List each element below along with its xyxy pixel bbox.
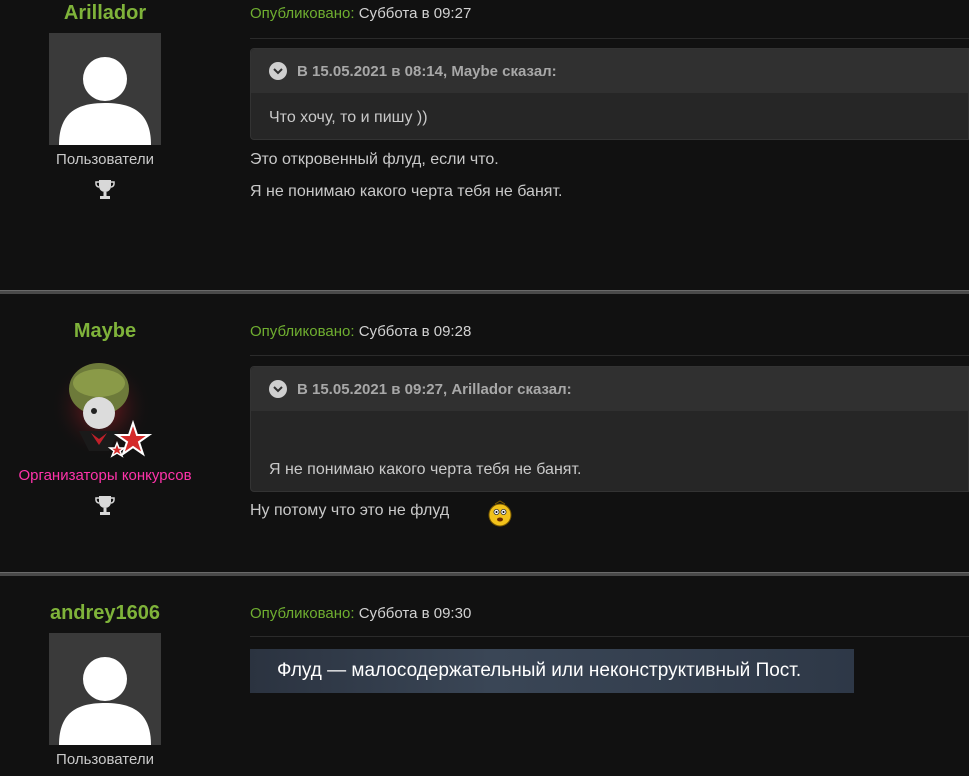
quote-header[interactable]: В 15.05.2021 в 09:27, Arillador сказал: — [251, 367, 968, 411]
post-author: andrey1606 Пользователи — [0, 602, 210, 768]
user-group: Пользователи — [56, 151, 154, 168]
quote-author-line: В 15.05.2021 в 08:14, Maybe сказал: — [297, 62, 557, 80]
user-group: Пользователи — [56, 751, 154, 768]
post-3: andrey1606 Пользователи Опубликовано: Су… — [0, 578, 969, 776]
post-content: Опубликовано: Суббота в 09:27 В 15.05.20… — [250, 0, 969, 290]
smiley-icon — [488, 500, 512, 527]
avatar[interactable] — [49, 633, 161, 745]
username-link[interactable]: Maybe — [0, 320, 210, 343]
published-label: Опубликовано: — [250, 605, 355, 622]
post-meta: Опубликовано: Суббота в 09:27 — [250, 5, 471, 22]
post-line-2: Я не понимаю какого черта тебя не банят. — [250, 183, 563, 200]
quote-author-line: В 15.05.2021 в 09:27, Arillador сказал: — [297, 380, 572, 398]
published-label: Опубликовано: — [250, 323, 355, 340]
post-date[interactable]: Суббота в 09:30 — [359, 605, 472, 622]
quote-block: В 15.05.2021 в 08:14, Maybe сказал: Что … — [250, 48, 969, 140]
chevron-down-icon[interactable] — [269, 380, 287, 398]
user-group: Организаторы конкурсов — [18, 467, 192, 484]
post-author: Arillador Пользователи — [0, 2, 210, 200]
post-content: Опубликовано: Суббота в 09:30 Флуд — мал… — [250, 578, 969, 776]
divider — [250, 636, 969, 637]
divider — [250, 38, 969, 39]
post-meta: Опубликовано: Суббота в 09:28 — [250, 323, 471, 340]
post-date[interactable]: Суббота в 09:27 — [359, 5, 472, 22]
username-link[interactable]: andrey1606 — [0, 602, 210, 625]
trophy-icon[interactable] — [95, 494, 115, 516]
divider — [250, 355, 969, 356]
default-avatar-icon — [59, 57, 151, 145]
trophy-icon[interactable] — [95, 178, 115, 200]
post-2: Maybe Организаторы конкурсов Опубликован… — [0, 296, 969, 572]
quote-header[interactable]: В 15.05.2021 в 08:14, Maybe сказал: — [251, 49, 968, 93]
quote-text: Что хочу, то и пишу )) — [269, 109, 428, 126]
chevron-down-icon[interactable] — [269, 62, 287, 80]
post-separator — [0, 290, 969, 294]
quote-text: Я не понимаю какого черта тебя не банят. — [269, 461, 582, 478]
quoted-image-banner: Флуд — малосодержательный или неконструк… — [250, 649, 854, 693]
avatar[interactable] — [49, 33, 161, 145]
post-1: Arillador Пользователи Опубликовано: Суб… — [0, 0, 969, 290]
quote-block: В 15.05.2021 в 09:27, Arillador сказал: … — [250, 366, 969, 492]
post-content: Опубликовано: Суббота в 09:28 В 15.05.20… — [250, 296, 969, 572]
published-label: Опубликовано: — [250, 5, 355, 22]
post-date[interactable]: Суббота в 09:28 — [359, 323, 472, 340]
post-author: Maybe Организаторы конкурсов — [0, 320, 210, 516]
tank-helmet-avatar-icon — [51, 357, 153, 458]
avatar[interactable] — [49, 349, 161, 461]
post-meta: Опубликовано: Суббота в 09:30 — [250, 605, 471, 622]
default-avatar-icon — [59, 657, 151, 745]
post-separator — [0, 572, 969, 576]
username-link[interactable]: Arillador — [0, 2, 210, 25]
post-line-1: Ну потому что это не флуд — [250, 502, 450, 519]
post-line-1: Это откровенный флуд, если что. — [250, 151, 499, 168]
